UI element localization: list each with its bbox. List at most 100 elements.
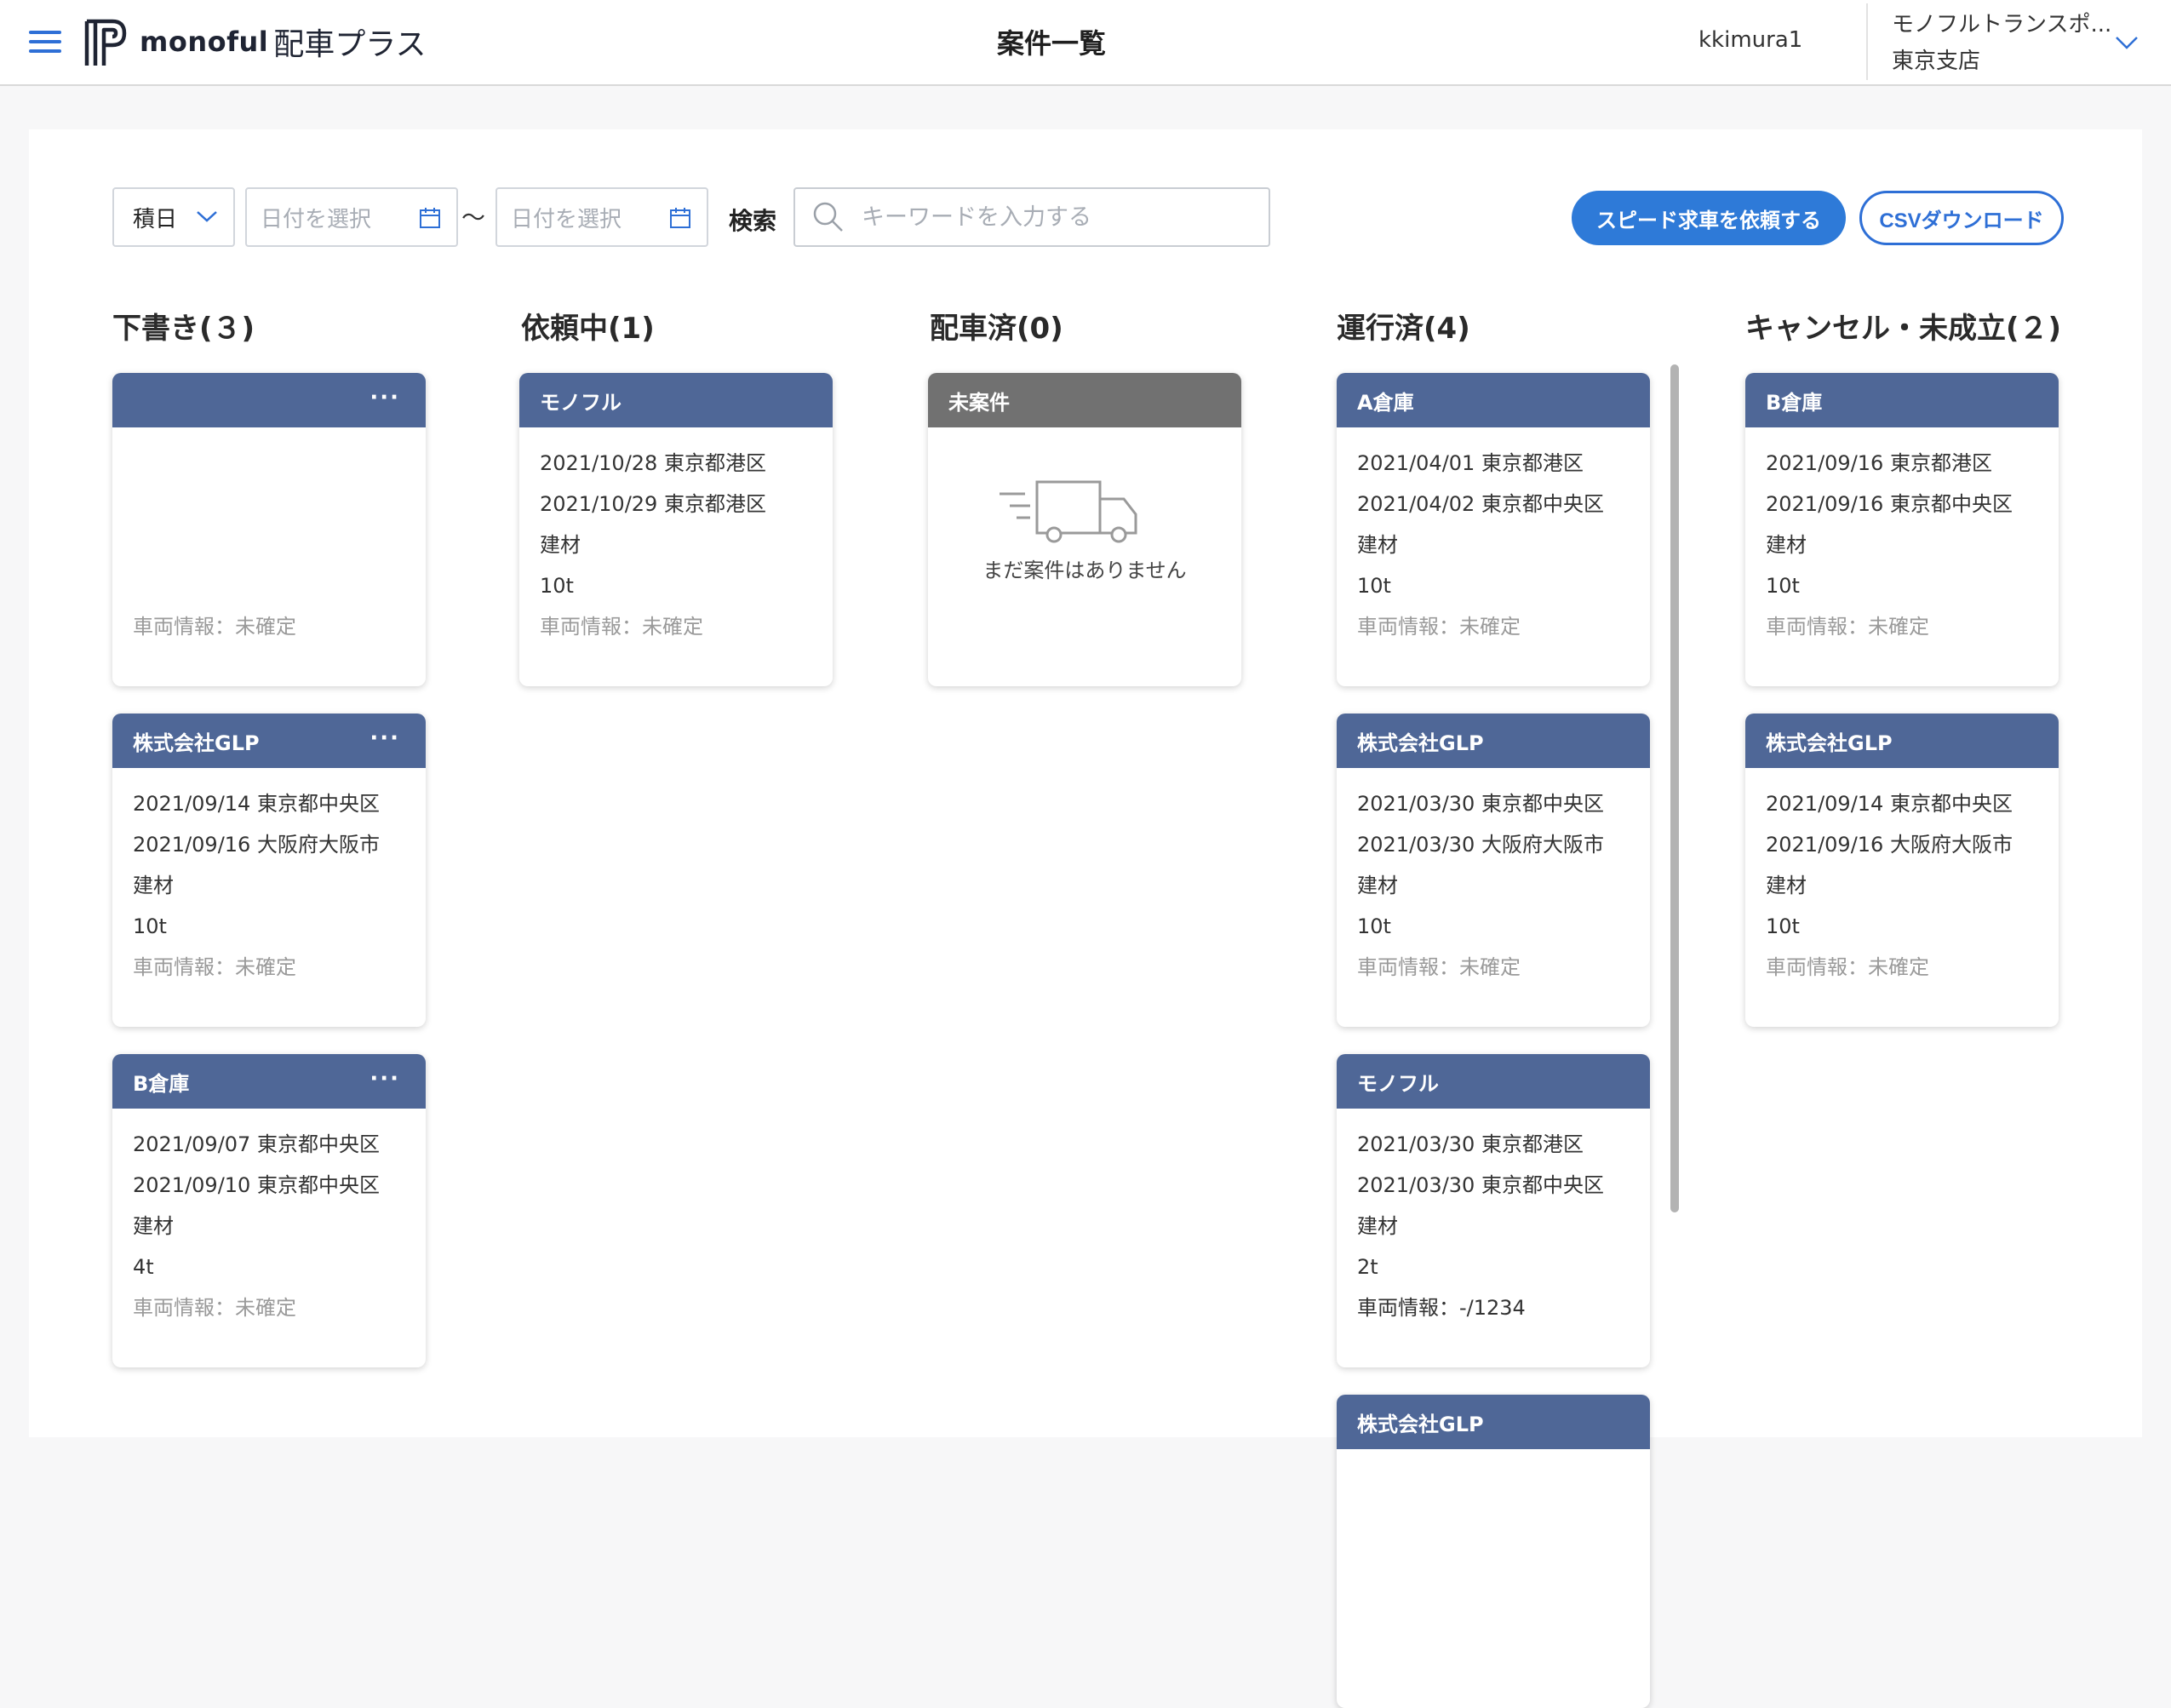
column-scrollbar[interactable] — [1670, 364, 1679, 1212]
date-to-input[interactable]: 日付を選択 — [495, 187, 708, 247]
page-title: 案件一覧 — [996, 27, 1106, 60]
card-vehicle-info: 車両情報：未確定 — [133, 1296, 296, 1320]
more-options-icon[interactable]: ··· — [369, 1066, 400, 1092]
card-weight: 2t — [1357, 1255, 1378, 1279]
card-weight: 10t — [1766, 574, 1800, 598]
card-header: B倉庫 ··· — [112, 1054, 426, 1109]
case-card[interactable]: B倉庫 ··· 2021/09/07 東京都中央区 2021/09/10 東京都… — [112, 1054, 426, 1367]
app-logo[interactable]: monoful 配車プラス — [83, 15, 427, 68]
case-card[interactable]: モノフル 2021/10/28 東京都港区 2021/10/29 東京都港区 建… — [519, 373, 833, 686]
case-card[interactable]: モノフル 2021/03/30 東京都港区 2021/03/30 東京都中央区 … — [1337, 1054, 1650, 1367]
card-cargo: 建材 — [133, 1214, 174, 1238]
truck-icon — [1000, 480, 1137, 543]
card-cargo: 建材 — [1357, 533, 1398, 557]
app-header: monoful 配車プラス 案件一覧 kkimura1 モノフルトランスポ...… — [0, 0, 2171, 86]
card-vehicle-info: 車両情報：未確定 — [1357, 955, 1521, 979]
date-to-placeholder: 日付を選択 — [511, 206, 622, 232]
case-card[interactable]: 株式会社GLP — [1337, 1395, 1650, 1708]
date-range-separator: 〜 — [461, 203, 486, 232]
empty-case-card: 未案件 まだ案件はありません — [928, 373, 1241, 686]
card-delivery: 2021/04/02 東京都中央区 — [1357, 492, 1604, 516]
card-title: 株式会社GLP — [1357, 1412, 1484, 1436]
search-label: 検索 — [729, 207, 777, 235]
card-header: B倉庫 — [1745, 373, 2059, 427]
card-title: 株式会社GLP — [133, 731, 260, 755]
card-pickup: 2021/04/01 東京都港区 — [1357, 451, 1584, 475]
card-delivery: 2021/10/29 東京都港区 — [540, 492, 766, 516]
card-weight: 10t — [1357, 574, 1391, 598]
card-header: ··· — [112, 373, 426, 427]
column-title-draft: 下書き(３) — [112, 312, 255, 346]
case-card[interactable]: A倉庫 2021/04/01 東京都港区 2021/04/02 東京都中央区 建… — [1337, 373, 1650, 686]
company-branch: 東京支店 — [1892, 49, 1981, 74]
card-vehicle-info: 車両情報：未確定 — [1357, 615, 1521, 639]
card-weight — [133, 565, 405, 606]
card-vehicle-info: 車両情報：未確定 — [540, 615, 703, 639]
card-pickup: 2021/03/30 東京都港区 — [1357, 1132, 1584, 1156]
logo-wordmark: monoful — [140, 26, 269, 58]
card-cargo: 建材 — [540, 533, 581, 557]
card-cargo: 建材 — [1766, 874, 1807, 897]
search-icon — [813, 202, 843, 232]
card-vehicle-info: 車両情報：未確定 — [133, 955, 296, 979]
card-pickup: 2021/03/30 東京都中央区 — [1357, 792, 1604, 816]
date-type-value: 積日 — [133, 206, 178, 232]
card-cargo: 建材 — [1766, 533, 1807, 557]
card-pickup: 2021/10/28 東京都港区 — [540, 451, 766, 475]
card-delivery — [133, 484, 405, 524]
logo-mark-icon — [84, 19, 127, 66]
logo-product-name: 配車プラス — [273, 27, 427, 62]
date-from-input[interactable]: 日付を選択 — [245, 187, 458, 247]
csv-download-button[interactable]: CSVダウンロード — [1859, 191, 2064, 245]
column-title-requesting: 依頼中(1) — [521, 312, 655, 346]
card-title: 未案件 — [948, 390, 1010, 415]
card-delivery: 2021/09/16 大阪府大阪市 — [1766, 833, 2013, 857]
search-box[interactable] — [793, 187, 1270, 247]
card-pickup: 2021/09/14 東京都中央区 — [1766, 792, 2013, 816]
card-weight: 10t — [540, 574, 574, 598]
speed-request-button[interactable]: スピード求車を依頼する — [1572, 191, 1846, 245]
card-header: 株式会社GLP — [1337, 714, 1650, 768]
card-delivery: 2021/03/30 大阪府大阪市 — [1357, 833, 1604, 857]
card-pickup — [133, 443, 405, 484]
case-card[interactable]: ··· 車両情報：未確定 — [112, 373, 426, 686]
card-header: A倉庫 — [1337, 373, 1650, 427]
card-vehicle-info: 車両情報：未確定 — [133, 615, 296, 639]
chevron-down-icon — [197, 211, 217, 222]
card-header: 株式会社GLP — [1745, 714, 2059, 768]
date-type-select[interactable]: 積日 — [112, 187, 235, 247]
date-from-placeholder: 日付を選択 — [261, 206, 372, 232]
card-header: モノフル — [519, 373, 833, 427]
card-header: 株式会社GLP — [1337, 1395, 1650, 1449]
card-cargo — [133, 524, 405, 565]
calendar-icon[interactable] — [419, 206, 441, 230]
case-card[interactable]: 株式会社GLP ··· 2021/09/14 東京都中央区 2021/09/16… — [112, 714, 426, 1027]
company-name: モノフルトランスポ... — [1892, 12, 2112, 37]
calendar-icon[interactable] — [669, 206, 691, 230]
main-panel: 積日 日付を選択 〜 日付を選択 検索 スピード求車を依頼する CSV — [29, 129, 2142, 1708]
card-weight: 4t — [133, 1255, 154, 1279]
card-vehicle-info: 車両情報：未確定 — [1766, 955, 1929, 979]
hamburger-menu-icon[interactable] — [29, 29, 61, 54]
card-cargo: 建材 — [1357, 1214, 1398, 1238]
case-card[interactable]: 株式会社GLP 2021/03/30 東京都中央区 2021/03/30 大阪府… — [1337, 714, 1650, 1027]
card-vehicle-info: 車両情報：未確定 — [1766, 615, 1929, 639]
user-name[interactable]: kkimura1 — [1698, 27, 1802, 53]
card-header: 株式会社GLP ··· — [112, 714, 426, 768]
more-options-icon[interactable]: ··· — [369, 725, 400, 751]
chevron-down-icon[interactable] — [2115, 34, 2139, 51]
case-card[interactable]: B倉庫 2021/09/16 東京都港区 2021/09/16 東京都中央区 建… — [1745, 373, 2059, 686]
company-selector[interactable]: モノフルトランスポ... 東京支店 — [1892, 7, 2113, 75]
header-divider — [1866, 3, 1868, 80]
case-card[interactable]: 株式会社GLP 2021/09/14 東京都中央区 2021/09/16 大阪府… — [1745, 714, 2059, 1027]
column-title-completed: 運行済(4) — [1337, 312, 1470, 346]
card-cargo: 建材 — [1357, 874, 1398, 897]
search-input[interactable] — [862, 203, 1236, 231]
card-pickup: 2021/09/14 東京都中央区 — [133, 792, 380, 816]
empty-message: まだ案件はありません — [982, 559, 1187, 582]
card-weight: 10t — [133, 914, 167, 938]
card-title: モノフル — [540, 390, 622, 415]
more-options-icon[interactable]: ··· — [369, 385, 400, 410]
empty-state: まだ案件はありません — [928, 427, 1241, 686]
card-pickup: 2021/09/07 東京都中央区 — [133, 1132, 380, 1156]
